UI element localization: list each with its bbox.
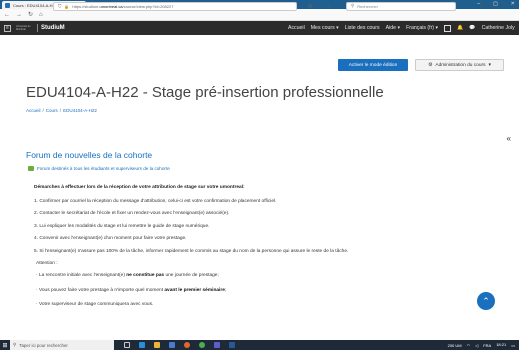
search-icon: ⚲ — [351, 3, 355, 8]
header-menu: Accueil Mes cours ▾ Liste des cours Aide… — [288, 21, 519, 35]
reload-icon[interactable]: ↻ — [28, 11, 33, 18]
section-summary: Démarches à effectuer lors de la récepti… — [34, 185, 474, 317]
system-tray: 200 UM ◠ ◁ FRA 18:21 ▭ — [448, 340, 515, 350]
breadcrumb-home[interactable]: Accueil — [26, 108, 41, 113]
back-icon[interactable]: ← — [4, 12, 10, 18]
breadcrumb-courses[interactable]: Cours — [46, 108, 58, 113]
url-text: https://studium.umontreal.ca/course/view… — [72, 3, 174, 9]
breadcrumb: Accueil / Cours / EDU4104-A-H22 — [26, 108, 97, 113]
list-item: 2. Contacter le secrétariat de l'école e… — [34, 211, 230, 217]
list-item: 1. Confirmer par courriel la réception d… — [34, 199, 277, 204]
word-icon[interactable] — [229, 342, 235, 348]
message-drawer-icon[interactable] — [444, 24, 452, 32]
user-name[interactable]: Catherine Joly — [482, 25, 515, 31]
reader-icon[interactable]: ▤ — [308, 3, 312, 9]
task-view-icon[interactable] — [124, 342, 130, 348]
taskbar-search-text: Taper ici pour rechercher — [19, 342, 68, 348]
taskbar: ⊞ ⚲ Taper ici pour rechercher 200 UM ◠ ◁… — [0, 340, 519, 350]
wifi-icon[interactable]: ◠ — [467, 343, 471, 348]
url-bar[interactable]: ⛉ 🔒 https://studium.umontreal.ca/course/… — [53, 1, 297, 11]
sidebar-icon[interactable]: ◫ — [489, 2, 494, 8]
taskbar-search[interactable]: ⚲ Taper ici pour rechercher — [10, 340, 114, 350]
menu-home[interactable]: Accueil — [288, 25, 305, 31]
attention-label: Attention : — [36, 260, 58, 266]
menu-help[interactable]: Aide ▾ — [386, 25, 400, 31]
logo-divider — [37, 24, 38, 32]
list-item: · Vous pouvez faire votre prestage à n'i… — [36, 287, 227, 293]
more-icon[interactable]: ⋯ — [317, 3, 322, 9]
list-item: 5. Si l'enseignant(e) n'assure pas 100% … — [34, 248, 349, 254]
bookmark-icon[interactable]: ☆ — [327, 3, 331, 9]
course-admin-label: Administration du cours — [435, 62, 486, 68]
forum-icon — [28, 166, 34, 171]
section-title: Forum de nouvelles de la cohorte — [26, 150, 153, 160]
extension-icon[interactable]: ⚙ — [501, 2, 505, 8]
favicon-icon — [5, 2, 10, 8]
hamburger-icon[interactable]: ≡ — [4, 24, 11, 32]
shield-icon: ⛉ — [58, 3, 62, 9]
menu-course-list[interactable]: Liste des cours — [345, 25, 380, 31]
store-icon[interactable] — [169, 342, 175, 348]
chevron-down-icon: ▾ — [488, 62, 491, 68]
clock[interactable]: 18:21 — [496, 343, 506, 347]
lang-indicator[interactable]: FRA — [483, 343, 491, 348]
bell-icon[interactable]: 🔔 — [457, 25, 463, 31]
library-icon[interactable]: ⫼ — [480, 2, 482, 8]
taskbar-apps — [124, 342, 235, 348]
volume-icon[interactable]: ◁ — [475, 343, 478, 348]
menu-icon[interactable]: ≡ — [512, 2, 515, 8]
page-title: EDU4104-A-H22 - Stage pré-insertion prof… — [26, 84, 384, 101]
chevron-down-icon: ▾ — [336, 25, 339, 31]
search-placeholder: Rechercher — [357, 3, 378, 9]
gear-icon: ⚙ — [428, 62, 433, 68]
chevron-down-icon: ▾ — [435, 25, 439, 31]
menu-language[interactable]: Français (fr) ▾ — [406, 25, 438, 31]
menu-my-courses[interactable]: Mes cours ▾ — [311, 25, 339, 31]
scroll-to-top-button[interactable]: ⌃ — [477, 292, 495, 310]
edit-mode-button[interactable]: Activer le mode édition — [338, 59, 408, 71]
chevron-up-icon: ⌃ — [482, 295, 490, 306]
lock-icon: 🔒 — [64, 3, 70, 9]
logo-studium: StudiuM — [41, 25, 65, 31]
browser-search[interactable]: ⚲ Rechercher — [346, 1, 456, 11]
windows-start-icon[interactable]: ⊞ — [0, 340, 10, 350]
chrome-icon[interactable] — [199, 342, 205, 348]
site-header: ≡ Université de Montréal StudiuM Accueil… — [0, 21, 519, 35]
url-actions: ▤ ⋯ ☆ — [308, 3, 331, 9]
browser-navbar: ← → ↻ ⌂ — [0, 9, 519, 21]
folder-icon[interactable] — [154, 342, 160, 348]
list-item: 3. Lui expliquer les modalités du stage … — [34, 223, 210, 229]
forward-icon[interactable]: → — [16, 12, 22, 18]
logo-university: Université de Montréal — [16, 25, 31, 31]
list-item: · La rencontre initiale avec l'enseignan… — [36, 273, 219, 279]
site-logo[interactable]: Université de Montréal StudiuM — [16, 24, 65, 32]
firefox-icon[interactable] — [184, 342, 190, 348]
forum-link-label: Forum destinés à tous les étudiants et s… — [37, 166, 170, 171]
weather-text: 200 UM — [447, 342, 462, 348]
breadcrumb-course[interactable]: EDU4104-A-H22 — [63, 108, 97, 113]
chat-icon[interactable]: 💬 — [469, 25, 475, 31]
list-item: · Votre superviseur de stage communiquer… — [36, 302, 154, 308]
forum-link[interactable]: Forum destinés à tous les étudiants et s… — [28, 166, 170, 171]
notification-icon[interactable]: ▭ — [511, 343, 515, 348]
list-item: 4. Convenir avec l'enseignant(e) d'un mo… — [34, 236, 187, 242]
intro-text: Démarches à effectuer lors de la récepti… — [34, 185, 245, 190]
breadcrumb-separator: / — [59, 108, 62, 113]
teams-icon[interactable] — [214, 342, 220, 348]
edge-icon[interactable] — [139, 342, 145, 348]
search-icon: ⚲ — [13, 342, 17, 347]
chevron-down-icon: ▾ — [397, 25, 401, 31]
home-icon[interactable]: ⌂ — [39, 12, 43, 18]
browser-toolbar-right: ⫼ ◫ ⚙ ≡ — [480, 2, 515, 8]
collapse-blocks-icon[interactable]: « — [507, 134, 511, 143]
course-admin-button[interactable]: ⚙ Administration du cours ▾ — [415, 59, 504, 71]
breadcrumb-separator: / — [42, 108, 44, 113]
